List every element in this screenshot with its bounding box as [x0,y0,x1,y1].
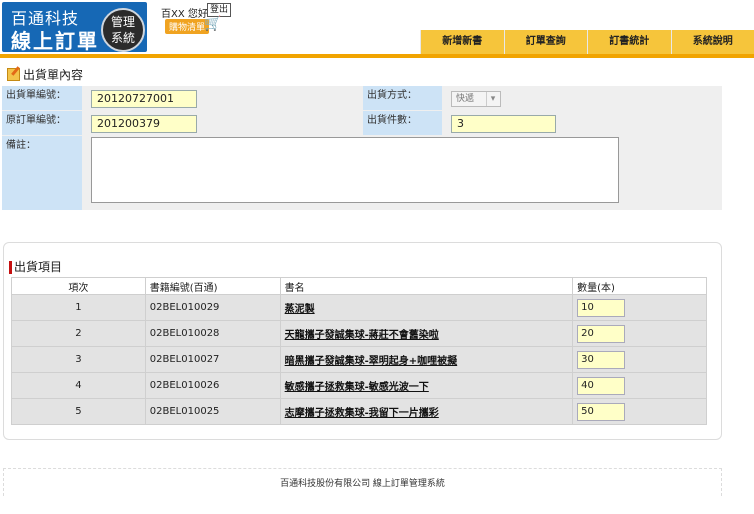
cart-button[interactable]: 購物清單 [165,19,210,34]
col-title: 書名 [279,277,574,295]
count-label: 出貨件數： [363,111,442,135]
shipment-no-label: 出貨單編號： [2,86,82,110]
table-row: 4 02BEL010026 敏感攜子拯救集球-敏感光波一下 40 [11,372,707,399]
shipment-no-field[interactable]: 20120727001 [91,90,197,108]
logo-badge-line1: 管理 [110,15,135,29]
book-title-link[interactable]: 天龍攜子發誠集球-蔣莊不會舊染啦 [285,330,439,341]
row-index: 1 [11,294,146,321]
cart-icon[interactable]: 🛒 [204,16,221,32]
book-code: 02BEL010025 [144,398,281,425]
page: 百通科技 線上訂單 管理 系統 百XX 您好 登出 購物清單 🛒 新增新書 訂單… [0,0,754,514]
logout-button[interactable]: 登出 [207,3,232,17]
row-index: 2 [11,320,146,347]
section-title-text: 出貨單內容 [23,68,84,82]
nav-order-stats[interactable]: 訂書統計 [587,30,671,54]
method-select[interactable]: 快遞 [451,91,501,107]
book-title-link[interactable]: 敏感攜子拯救集球-敏感光波一下 [285,382,429,393]
main-nav: 新增新書 訂單查詢 訂書統計 系統說明 [420,30,754,54]
order-no-label: 原訂單編號： [2,111,82,135]
count-field[interactable]: 3 [451,115,556,133]
items-title: 出貨項目 [9,261,62,274]
row-index: 4 [11,372,146,399]
logo-badge: 管理 系統 [101,8,145,52]
table-row: 1 02BEL010029 蒸泥製 10 [11,294,707,321]
section-title: 出貨單內容 [7,66,83,83]
table-row: 3 02BEL010027 暗黑攜子發誠集球-翠明起身+咖哩被擬 30 [11,346,707,373]
book-code: 02BEL010029 [144,294,281,321]
qty-field[interactable]: 50 [577,402,626,421]
qty-field[interactable]: 10 [577,298,626,317]
nav-add-book[interactable]: 新增新書 [420,30,504,54]
footer: 百通科技股份有限公司 線上訂單管理系統 [3,468,722,496]
nav-accent-bar [0,54,754,58]
book-code: 02BEL010028 [144,320,281,347]
row-index: 5 [11,398,146,425]
col-qty: 數量(本) [572,277,707,295]
order-no-field[interactable]: 201200379 [91,115,197,133]
row-index: 3 [11,346,146,373]
book-title-link[interactable]: 暗黑攜子發誠集球-翠明起身+咖哩被擬 [285,356,458,367]
table-header-row: 項次 書籍編號(百通) 書名 數量(本) [11,277,707,295]
table-row: 5 02BEL010025 志摩攜子拯救集球-我留下一片攜彩 50 [11,398,707,425]
qty-field[interactable]: 20 [577,324,626,343]
book-code: 02BEL010026 [144,372,281,399]
edit-icon [7,68,20,81]
user-greeting: 百XX 您好 [161,9,208,20]
method-label: 出貨方式： [363,86,442,110]
logo-line2: 線上訂單 [11,29,99,53]
table-row: 2 02BEL010028 天龍攜子發誠集球-蔣莊不會舊染啦 20 [11,320,707,347]
remark-field[interactable] [91,137,619,203]
book-title-link[interactable]: 蒸泥製 [285,304,315,315]
book-title-link[interactable]: 志摩攜子拯救集球-我留下一片攜彩 [285,408,439,419]
items-table: 項次 書籍編號(百通) 書名 數量(本) 1 02BEL010029 蒸泥製 1… [11,277,707,425]
remark-label: 備註： [2,136,82,210]
qty-field[interactable]: 30 [577,350,626,369]
qty-field[interactable]: 40 [577,376,626,395]
logo-badge-line2: 系統 [110,31,135,45]
nav-order-query[interactable]: 訂單查詢 [503,30,587,54]
shipment-form: 出貨單編號： 20120727001 原訂單編號： 201200379 備註： … [2,86,722,210]
col-code: 書籍編號(百通) [144,277,281,295]
col-index: 項次 [11,277,146,295]
nav-system-help[interactable]: 系統說明 [670,30,754,54]
book-code: 02BEL010027 [144,346,281,373]
logo: 百通科技 線上訂單 管理 系統 [2,2,147,53]
